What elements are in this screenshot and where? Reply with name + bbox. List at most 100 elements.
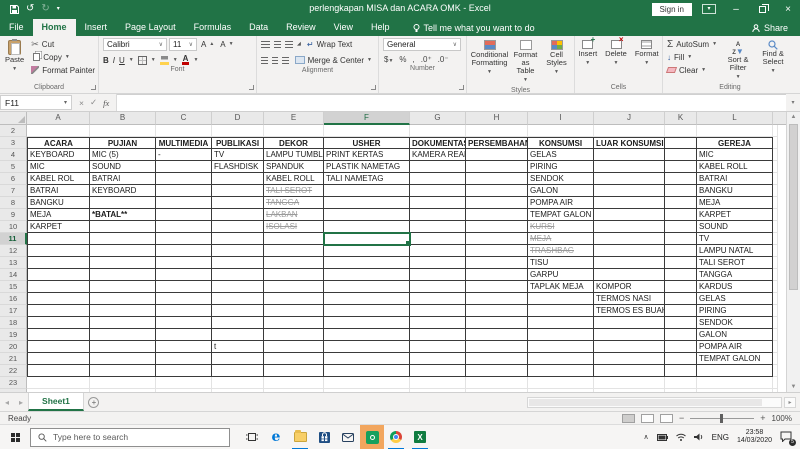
cell-G16[interactable]	[410, 293, 466, 305]
cell-J12[interactable]	[594, 245, 665, 257]
cell-K20[interactable]	[665, 341, 697, 353]
cell-L11[interactable]: TV	[697, 233, 773, 245]
redo-button[interactable]: ↻	[41, 4, 49, 14]
delete-cells-button[interactable]: Delete▼	[602, 38, 630, 69]
cell-H12[interactable]	[466, 245, 528, 257]
cell-styles-button[interactable]: Cell Styles▼	[544, 38, 570, 78]
network-icon[interactable]	[676, 433, 686, 441]
increase-font-size-button[interactable]: A▲	[199, 38, 216, 50]
cell-G19[interactable]	[410, 329, 466, 341]
cell-C19[interactable]	[156, 329, 212, 341]
cell-C10[interactable]	[156, 221, 212, 233]
cell-E13[interactable]	[264, 257, 324, 269]
cell-H18[interactable]	[466, 317, 528, 329]
cell-A11[interactable]	[27, 233, 90, 245]
font-color-icon[interactable]: A	[182, 55, 190, 65]
clock[interactable]: 23:58 14/03/2020	[737, 429, 772, 445]
cell-K8[interactable]	[665, 197, 697, 209]
cell-E9[interactable]: LAKBAN	[264, 209, 324, 221]
cell-E8[interactable]: TANGGA	[264, 197, 324, 209]
cell-G4[interactable]: KAMERA READY	[410, 149, 466, 161]
cell-K16[interactable]	[665, 293, 697, 305]
page-break-view-button[interactable]	[660, 414, 673, 423]
cell-E14[interactable]	[264, 269, 324, 281]
cell-D20[interactable]: t	[212, 341, 264, 353]
cell-E7[interactable]: TALI SEROT	[264, 185, 324, 197]
cell-L20[interactable]: POMPA AIR	[697, 341, 773, 353]
col-header-B[interactable]: B	[90, 112, 156, 125]
italic-button[interactable]: I	[113, 56, 115, 65]
vertical-scroll-thumb[interactable]	[789, 124, 798, 290]
cell-D14[interactable]	[212, 269, 264, 281]
row-header-9[interactable]: 9	[0, 209, 27, 221]
cell-J11[interactable]	[594, 233, 665, 245]
cell-I22[interactable]	[528, 365, 594, 377]
name-box[interactable]: F11▾	[0, 95, 72, 110]
cell-C9[interactable]	[156, 209, 212, 221]
ribbon-display-options-icon[interactable]: ▾	[702, 4, 716, 14]
cell-K12[interactable]	[665, 245, 697, 257]
row-header-5[interactable]: 5	[0, 161, 27, 173]
cell-H11[interactable]	[466, 233, 528, 245]
taskbar-search[interactable]: Type here to search	[30, 428, 230, 447]
cell-I15[interactable]: TAPLAK MEJA	[528, 281, 594, 293]
row-header-22[interactable]: 22	[0, 365, 27, 377]
cell-C8[interactable]	[156, 197, 212, 209]
alignment-dialog-launcher-icon[interactable]	[371, 85, 376, 90]
cell-K15[interactable]	[665, 281, 697, 293]
cell-L23[interactable]	[697, 377, 773, 389]
cell-E22[interactable]	[264, 365, 324, 377]
col-header-A[interactable]: A	[27, 112, 90, 125]
align-right-icon[interactable]	[282, 57, 289, 64]
cell-J16[interactable]: TERMOS NASI	[594, 293, 665, 305]
file-explorer-button[interactable]	[288, 425, 312, 449]
cell-C7[interactable]	[156, 185, 212, 197]
cell-F20[interactable]	[324, 341, 410, 353]
cell-D16[interactable]	[212, 293, 264, 305]
cell-A2[interactable]	[27, 125, 90, 137]
align-middle-icon[interactable]	[274, 41, 281, 48]
cell-A3[interactable]: ACARA	[27, 137, 90, 149]
cell-I20[interactable]	[528, 341, 594, 353]
font-size-select[interactable]: 11∨	[169, 38, 197, 51]
sheet-nav-right-icon[interactable]: ▸	[14, 393, 28, 411]
cell-E11[interactable]	[264, 233, 324, 245]
clipboard-dialog-launcher-icon[interactable]	[91, 85, 96, 90]
cell-D13[interactable]	[212, 257, 264, 269]
cell-J5[interactable]	[594, 161, 665, 173]
cell-E4[interactable]: LAMPU TUMBLER	[264, 149, 324, 161]
cell-A4[interactable]: KEYBOARD	[27, 149, 90, 161]
minimize-button[interactable]: –	[724, 0, 748, 18]
h-scroll-right-icon[interactable]: ▸	[784, 397, 796, 408]
cell-K19[interactable]	[665, 329, 697, 341]
cell-A19[interactable]	[27, 329, 90, 341]
row-header-3[interactable]: 3	[0, 137, 27, 149]
cell-F17[interactable]	[324, 305, 410, 317]
cell-J8[interactable]	[594, 197, 665, 209]
col-header-K[interactable]: K	[665, 112, 697, 125]
tab-review[interactable]: Review	[277, 19, 325, 36]
cell-K3[interactable]	[665, 137, 697, 149]
cell-F15[interactable]	[324, 281, 410, 293]
edge-button[interactable]: e	[264, 425, 288, 449]
number-format-select[interactable]: General∨	[383, 38, 461, 51]
paste-button[interactable]: Paste▼	[2, 38, 27, 75]
cut-button[interactable]: ✂Cut	[29, 38, 97, 50]
task-view-button[interactable]	[240, 425, 264, 449]
row-header-7[interactable]: 7	[0, 185, 27, 197]
tab-file[interactable]: File	[0, 19, 33, 36]
cell-B9[interactable]: *BATAL**	[90, 209, 156, 221]
cell-G20[interactable]	[410, 341, 466, 353]
zoom-out-button[interactable]: −	[679, 414, 684, 423]
cell-L8[interactable]: MEJA	[697, 197, 773, 209]
wrap-text-button[interactable]: ↵Wrap Text	[305, 38, 354, 50]
cell-E21[interactable]	[264, 353, 324, 365]
cell-F19[interactable]	[324, 329, 410, 341]
cell-C4[interactable]: -	[156, 149, 212, 161]
save-icon[interactable]	[10, 5, 19, 14]
cell-L12[interactable]: LAMPU NATAL	[697, 245, 773, 257]
tab-formulas[interactable]: Formulas	[185, 19, 241, 36]
row-header-6[interactable]: 6	[0, 173, 27, 185]
cell-H16[interactable]	[466, 293, 528, 305]
cell-A20[interactable]	[27, 341, 90, 353]
